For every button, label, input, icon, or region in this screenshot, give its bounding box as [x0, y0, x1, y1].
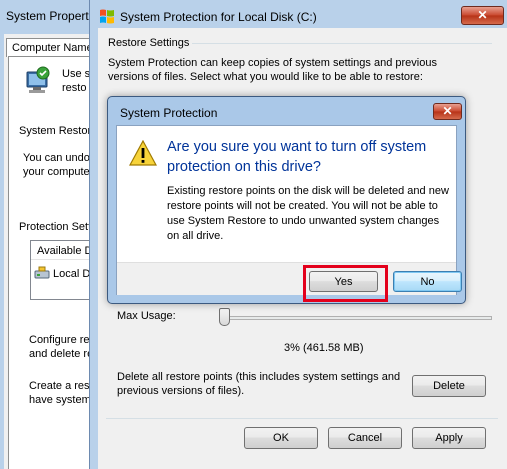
usage-value: 3% (461.58 MB) — [284, 342, 364, 354]
restore-settings-description: System Protection can keep copies of sys… — [108, 57, 437, 83]
confirm-dialog-client: Are you sure you want to turn off system… — [116, 125, 462, 295]
hard-disk-icon — [34, 266, 50, 280]
apply-button[interactable]: Apply — [412, 427, 486, 449]
confirm-instruction: Are you sure you want to turn off system… — [167, 139, 427, 175]
system-properties-window: System Properties Computer Name Use s re… — [0, 0, 104, 469]
system-protection-window-title: System Protection for Local Disk (C:) — [120, 10, 317, 24]
max-usage-label: Max Usage: — [117, 310, 176, 322]
delete-button[interactable]: Delete — [412, 375, 486, 397]
cancel-button[interactable]: Cancel — [328, 427, 402, 449]
no-button[interactable]: No — [393, 271, 462, 292]
delete-description: Delete all restore points (this includes… — [117, 371, 401, 397]
warning-icon — [128, 139, 158, 166]
window-close-button[interactable]: ✕ — [461, 6, 504, 25]
confirm-dialog-footer: Yes No — [117, 262, 462, 295]
tab-computer-name[interactable]: Computer Name — [6, 38, 100, 57]
system-restore-label: System Restore — [19, 125, 98, 137]
ok-button[interactable]: OK — [244, 427, 318, 449]
restore-settings-label: Restore Settings — [108, 37, 190, 49]
confirm-dialog-close-button[interactable]: ✕ — [433, 103, 462, 120]
restore-settings-divider — [192, 43, 492, 44]
system-restore-icon — [24, 66, 52, 96]
confirm-dialog: System Protection ✕ Are you sure you wan… — [107, 96, 466, 304]
protection-settings-label: Protection Setti — [19, 221, 94, 233]
max-usage-slider-track[interactable] — [222, 316, 492, 320]
confirm-dialog-title: System Protection — [120, 106, 218, 120]
yes-highlight-box — [303, 265, 388, 302]
confirm-body-text: Existing restore points on the disk will… — [167, 185, 449, 242]
max-usage-slider-thumb[interactable] — [219, 308, 230, 326]
footer-divider — [106, 418, 498, 419]
windows-logo-icon — [98, 7, 116, 25]
